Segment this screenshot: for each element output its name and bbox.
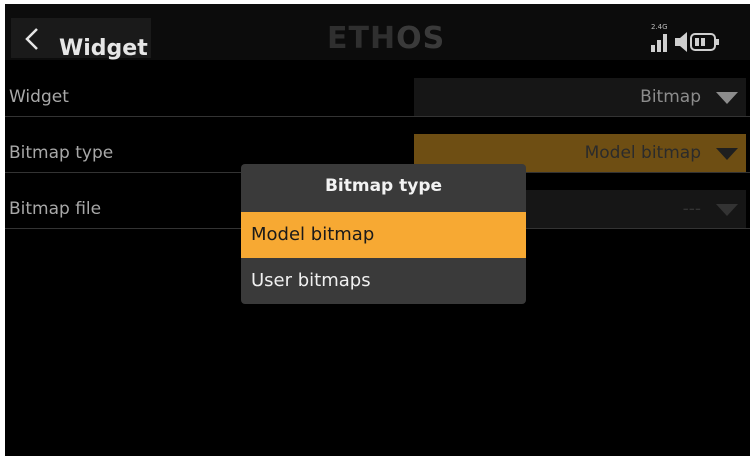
rf-band-label: 2.4G xyxy=(651,23,668,31)
chevron-down-icon xyxy=(716,92,738,104)
bitmap-type-popup: Bitmap type Model bitmap User bitmaps xyxy=(241,164,526,304)
option-label: Model bitmap xyxy=(251,224,375,245)
screen: Widget ETHOS 2.4G Widget Bitmap Bitmap t… xyxy=(5,4,750,456)
row-label: Bitmap file xyxy=(9,199,102,219)
status-icons: 2.4G xyxy=(635,23,745,56)
select-value: --- xyxy=(682,199,701,219)
back-button[interactable]: Widget xyxy=(11,18,151,61)
page-title: Widget xyxy=(59,36,148,61)
option-label: User bitmaps xyxy=(251,270,371,291)
row-label: Bitmap type xyxy=(9,143,114,163)
option-model-bitmap[interactable]: Model bitmap xyxy=(241,212,526,258)
row-widget: Widget Bitmap xyxy=(5,60,750,117)
select-value: Bitmap xyxy=(640,87,701,107)
chevron-left-icon[interactable] xyxy=(23,27,41,51)
speaker-icon xyxy=(675,32,687,52)
chevron-down-icon xyxy=(716,204,738,216)
widget-type-select[interactable]: Bitmap xyxy=(414,78,746,116)
option-user-bitmaps[interactable]: User bitmaps xyxy=(241,258,526,304)
popup-title: Bitmap type xyxy=(324,176,443,196)
header-bar: Widget ETHOS 2.4G xyxy=(5,4,750,60)
brand-logo: ETHOS xyxy=(327,21,446,56)
row-label: Widget xyxy=(9,87,69,107)
select-value: Model bitmap xyxy=(584,143,701,163)
chevron-down-icon xyxy=(716,148,738,160)
battery-icon xyxy=(690,33,719,51)
